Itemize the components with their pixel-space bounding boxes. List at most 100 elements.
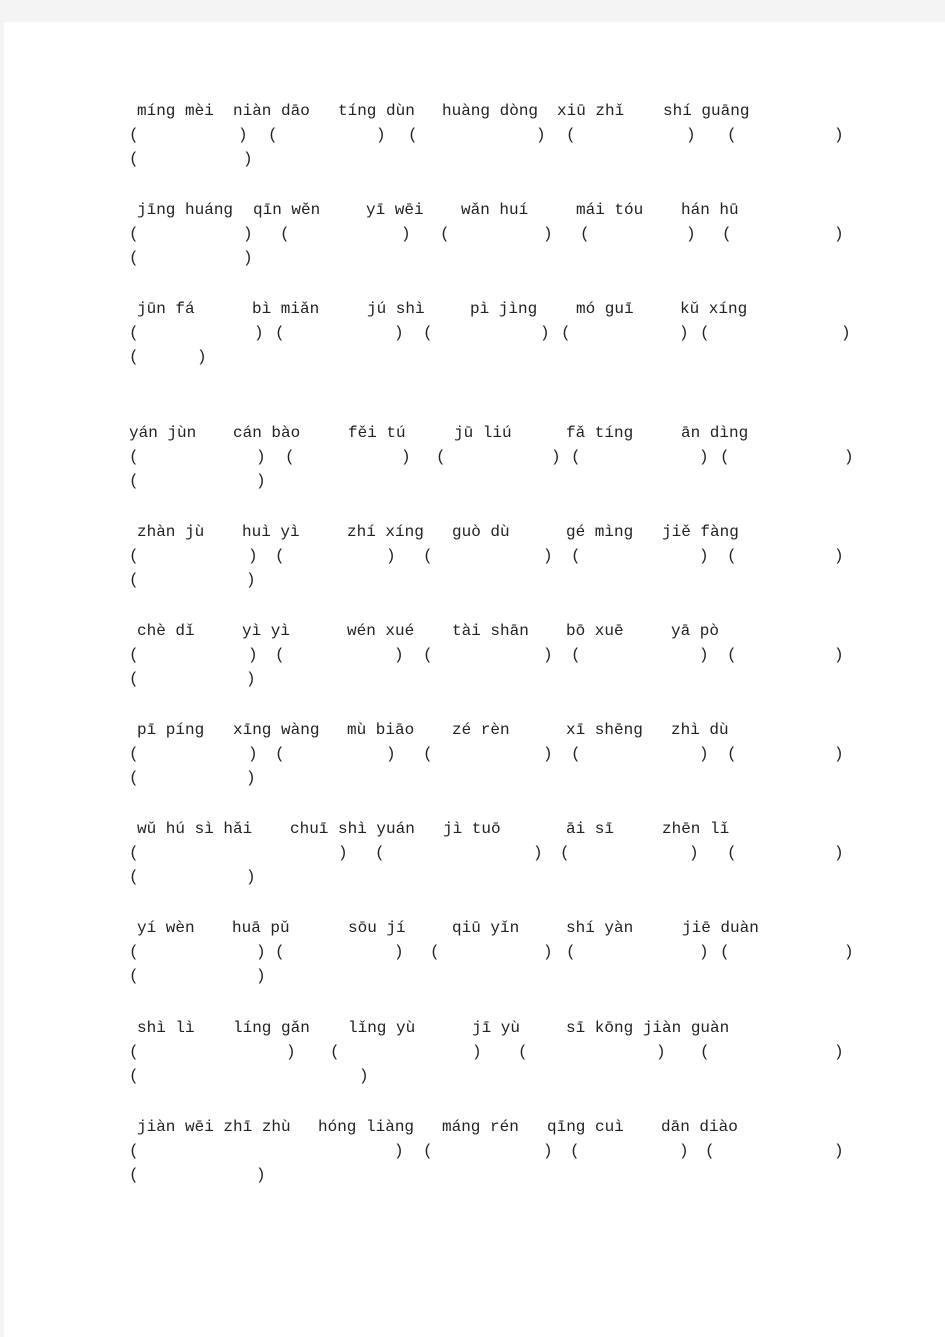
open-paren: ( <box>566 943 576 961</box>
close-paren: ) <box>834 745 844 763</box>
open-paren: ( <box>129 646 139 664</box>
pinyin-word: tài shān <box>452 622 529 640</box>
pinyin-word: pì jìng <box>470 300 538 318</box>
close-paren: ) <box>338 844 348 862</box>
open-paren: ( <box>727 126 737 144</box>
close-paren: ) <box>656 1043 666 1061</box>
open-paren: ( <box>129 670 139 688</box>
open-paren: ( <box>727 646 737 664</box>
pinyin-word: cán bào <box>233 424 301 442</box>
pinyin-word: fěi tú <box>348 424 406 442</box>
open-paren: ( <box>129 844 139 862</box>
close-paren: ) <box>844 943 854 961</box>
pinyin-word: jī yù <box>472 1019 521 1037</box>
pinyin-word: zhàn jù <box>137 523 205 541</box>
pinyin-word: huì yì <box>242 523 300 541</box>
pinyin-word: kǔ xíng <box>680 300 748 318</box>
pinyin-word: chuī shì yuán <box>290 820 415 838</box>
pinyin-word: wén xué <box>347 622 415 640</box>
open-paren: ( <box>570 1142 580 1160</box>
open-paren: ( <box>720 448 730 466</box>
open-paren: ( <box>275 324 285 342</box>
close-paren: ) <box>243 249 253 267</box>
pinyin-word: yā pò <box>671 622 720 640</box>
open-paren: ( <box>129 943 139 961</box>
open-paren: ( <box>129 745 139 763</box>
pinyin-word: jì tuō <box>443 820 501 838</box>
pinyin-word: yī wēi <box>366 201 424 219</box>
open-paren: ( <box>129 1142 139 1160</box>
close-paren: ) <box>256 1166 266 1184</box>
open-paren: ( <box>423 646 433 664</box>
pinyin-word: yán jùn <box>129 424 197 442</box>
close-paren: ) <box>699 943 709 961</box>
document-page <box>4 22 945 1337</box>
pinyin-word: wǔ hú sì hǎi <box>137 820 253 838</box>
close-paren: ) <box>686 225 696 243</box>
close-paren: ) <box>834 547 844 565</box>
open-paren: ( <box>129 249 139 267</box>
open-paren: ( <box>129 150 139 168</box>
open-paren: ( <box>129 1166 139 1184</box>
pinyin-word: qīng cuì <box>547 1118 624 1136</box>
pinyin-word: líng gǎn <box>233 1019 310 1037</box>
pinyin-word: jūn fá <box>137 300 195 318</box>
close-paren: ) <box>686 126 696 144</box>
pinyin-word: xī shēng <box>566 721 643 739</box>
pinyin-word: máng rén <box>442 1118 519 1136</box>
pinyin-word: pī píng <box>137 721 205 739</box>
pinyin-word: xiū zhǐ <box>557 102 625 120</box>
close-paren: ) <box>834 844 844 862</box>
pinyin-word: jú shì <box>367 300 425 318</box>
close-paren: ) <box>679 324 689 342</box>
pinyin-word: ān dìng <box>681 424 749 442</box>
pinyin-word: shí guāng <box>663 102 750 120</box>
pinyin-word: mó guī <box>576 300 634 318</box>
close-paren: ) <box>254 324 264 342</box>
open-paren: ( <box>700 1043 710 1061</box>
open-paren: ( <box>423 547 433 565</box>
close-paren: ) <box>834 126 844 144</box>
open-paren: ( <box>705 1142 715 1160</box>
close-paren: ) <box>256 967 266 985</box>
open-paren: ( <box>700 324 710 342</box>
close-paren: ) <box>699 448 709 466</box>
open-paren: ( <box>275 646 285 664</box>
open-paren: ( <box>375 844 385 862</box>
open-paren: ( <box>129 967 139 985</box>
close-paren: ) <box>401 225 411 243</box>
open-paren: ( <box>129 126 139 144</box>
close-paren: ) <box>197 348 207 366</box>
close-paren: ) <box>834 1142 844 1160</box>
open-paren: ( <box>285 448 295 466</box>
open-paren: ( <box>129 1043 139 1061</box>
pinyin-word: wǎn huí <box>461 201 529 219</box>
close-paren: ) <box>238 126 248 144</box>
close-paren: ) <box>256 943 266 961</box>
close-paren: ) <box>243 150 253 168</box>
close-paren: ) <box>543 646 553 664</box>
pinyin-word: mái tóu <box>576 201 644 219</box>
close-paren: ) <box>536 126 546 144</box>
pinyin-word: zhí xíng <box>347 523 424 541</box>
close-paren: ) <box>689 844 699 862</box>
open-paren: ( <box>280 225 290 243</box>
pinyin-word: jū liú <box>454 424 512 442</box>
pinyin-word: bō xuē <box>566 622 624 640</box>
pinyin-word: tíng dùn <box>338 102 415 120</box>
close-paren: ) <box>472 1043 482 1061</box>
open-paren: ( <box>571 547 581 565</box>
close-paren: ) <box>359 1067 369 1085</box>
close-paren: ) <box>386 745 396 763</box>
open-paren: ( <box>129 448 139 466</box>
open-paren: ( <box>727 547 737 565</box>
open-paren: ( <box>129 348 139 366</box>
pinyin-word: xīng wàng <box>233 721 320 739</box>
close-paren: ) <box>394 1142 404 1160</box>
pinyin-word: jīng huáng <box>137 201 234 219</box>
pinyin-word: jiě fàng <box>662 523 739 541</box>
open-paren: ( <box>268 126 278 144</box>
pinyin-word: zhēn lǐ <box>662 820 730 838</box>
pinyin-word: sōu jí <box>348 919 406 937</box>
close-paren: ) <box>834 646 844 664</box>
